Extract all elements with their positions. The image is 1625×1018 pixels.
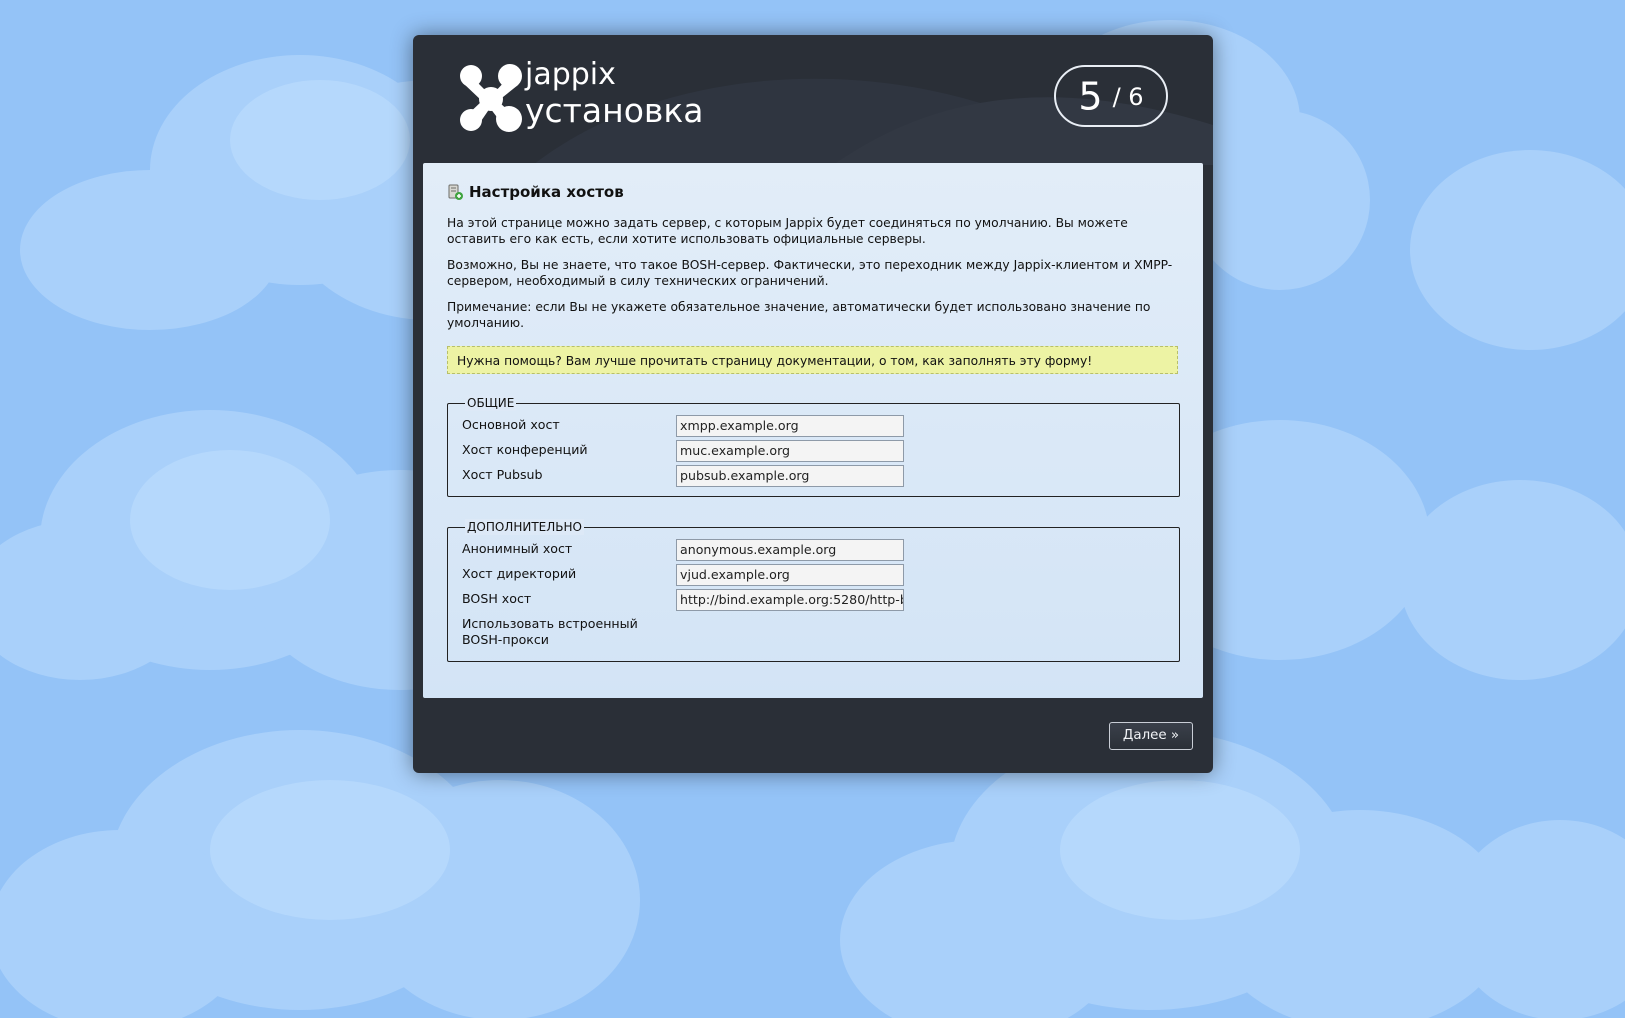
intro-paragraph: На этой странице можно задать сервер, с …	[447, 216, 1128, 246]
jappix-logo-icon	[460, 64, 522, 132]
content-panel: Настройка хостов На этой странице можно …	[423, 163, 1203, 698]
brand-name: jappix	[525, 57, 616, 92]
next-button[interactable]: Далее »	[1109, 722, 1193, 750]
muc-host-input[interactable]: muc.example.org	[676, 440, 904, 462]
bosh-paragraph: Возможно, Вы не знаете, что такое BOSH-с…	[447, 258, 1173, 288]
page-title: Настройка хостов	[447, 183, 624, 201]
anonymous-host-label: Анонимный хост	[462, 541, 573, 556]
muc-host-label: Хост конференций	[462, 442, 588, 457]
server-icon	[448, 184, 463, 200]
step-current: 5	[1078, 74, 1103, 119]
general-fieldset: ОБЩИЕ Основной хост xmpp.example.org Хос…	[447, 395, 1180, 497]
setup-window: jappix установка 5 / 6 Настройка хостов Н…	[413, 35, 1213, 773]
pubsub-host-input[interactable]: pubsub.example.org	[676, 465, 904, 487]
directory-host-label: Хост директорий	[462, 566, 577, 581]
bosh-host-label: BOSH хост	[462, 591, 532, 606]
general-legend: ОБЩИЕ	[465, 395, 517, 411]
pubsub-host-label: Хост Pubsub	[462, 467, 543, 482]
brand-title: jappix установка	[525, 57, 704, 129]
bosh-proxy-label: Использовать встроенный BOSH-прокси	[462, 616, 638, 647]
anonymous-host-input[interactable]: anonymous.example.org	[676, 539, 904, 561]
main-host-input[interactable]: xmpp.example.org	[676, 415, 904, 437]
help-notice: Нужна помощь? Вам лучше прочитать страни…	[447, 346, 1178, 374]
step-total: / 6	[1112, 82, 1144, 111]
bosh-host-input[interactable]: http://bind.example.org:5280/http-bind/	[676, 589, 904, 611]
step-indicator: 5 / 6	[1054, 65, 1168, 127]
advanced-legend: ДОПОЛНИТЕЛЬНО	[465, 519, 584, 535]
directory-host-input[interactable]: vjud.example.org	[676, 564, 904, 586]
note-paragraph: Примечание: если Вы не укажете обязатель…	[447, 300, 1151, 330]
page-title-text: Настройка хостов	[469, 183, 624, 201]
advanced-fieldset: ДОПОЛНИТЕЛЬНО Анонимный хост anonymous.e…	[447, 519, 1180, 662]
brand-subtitle: установка	[525, 91, 704, 130]
main-host-label: Основной хост	[462, 417, 560, 432]
